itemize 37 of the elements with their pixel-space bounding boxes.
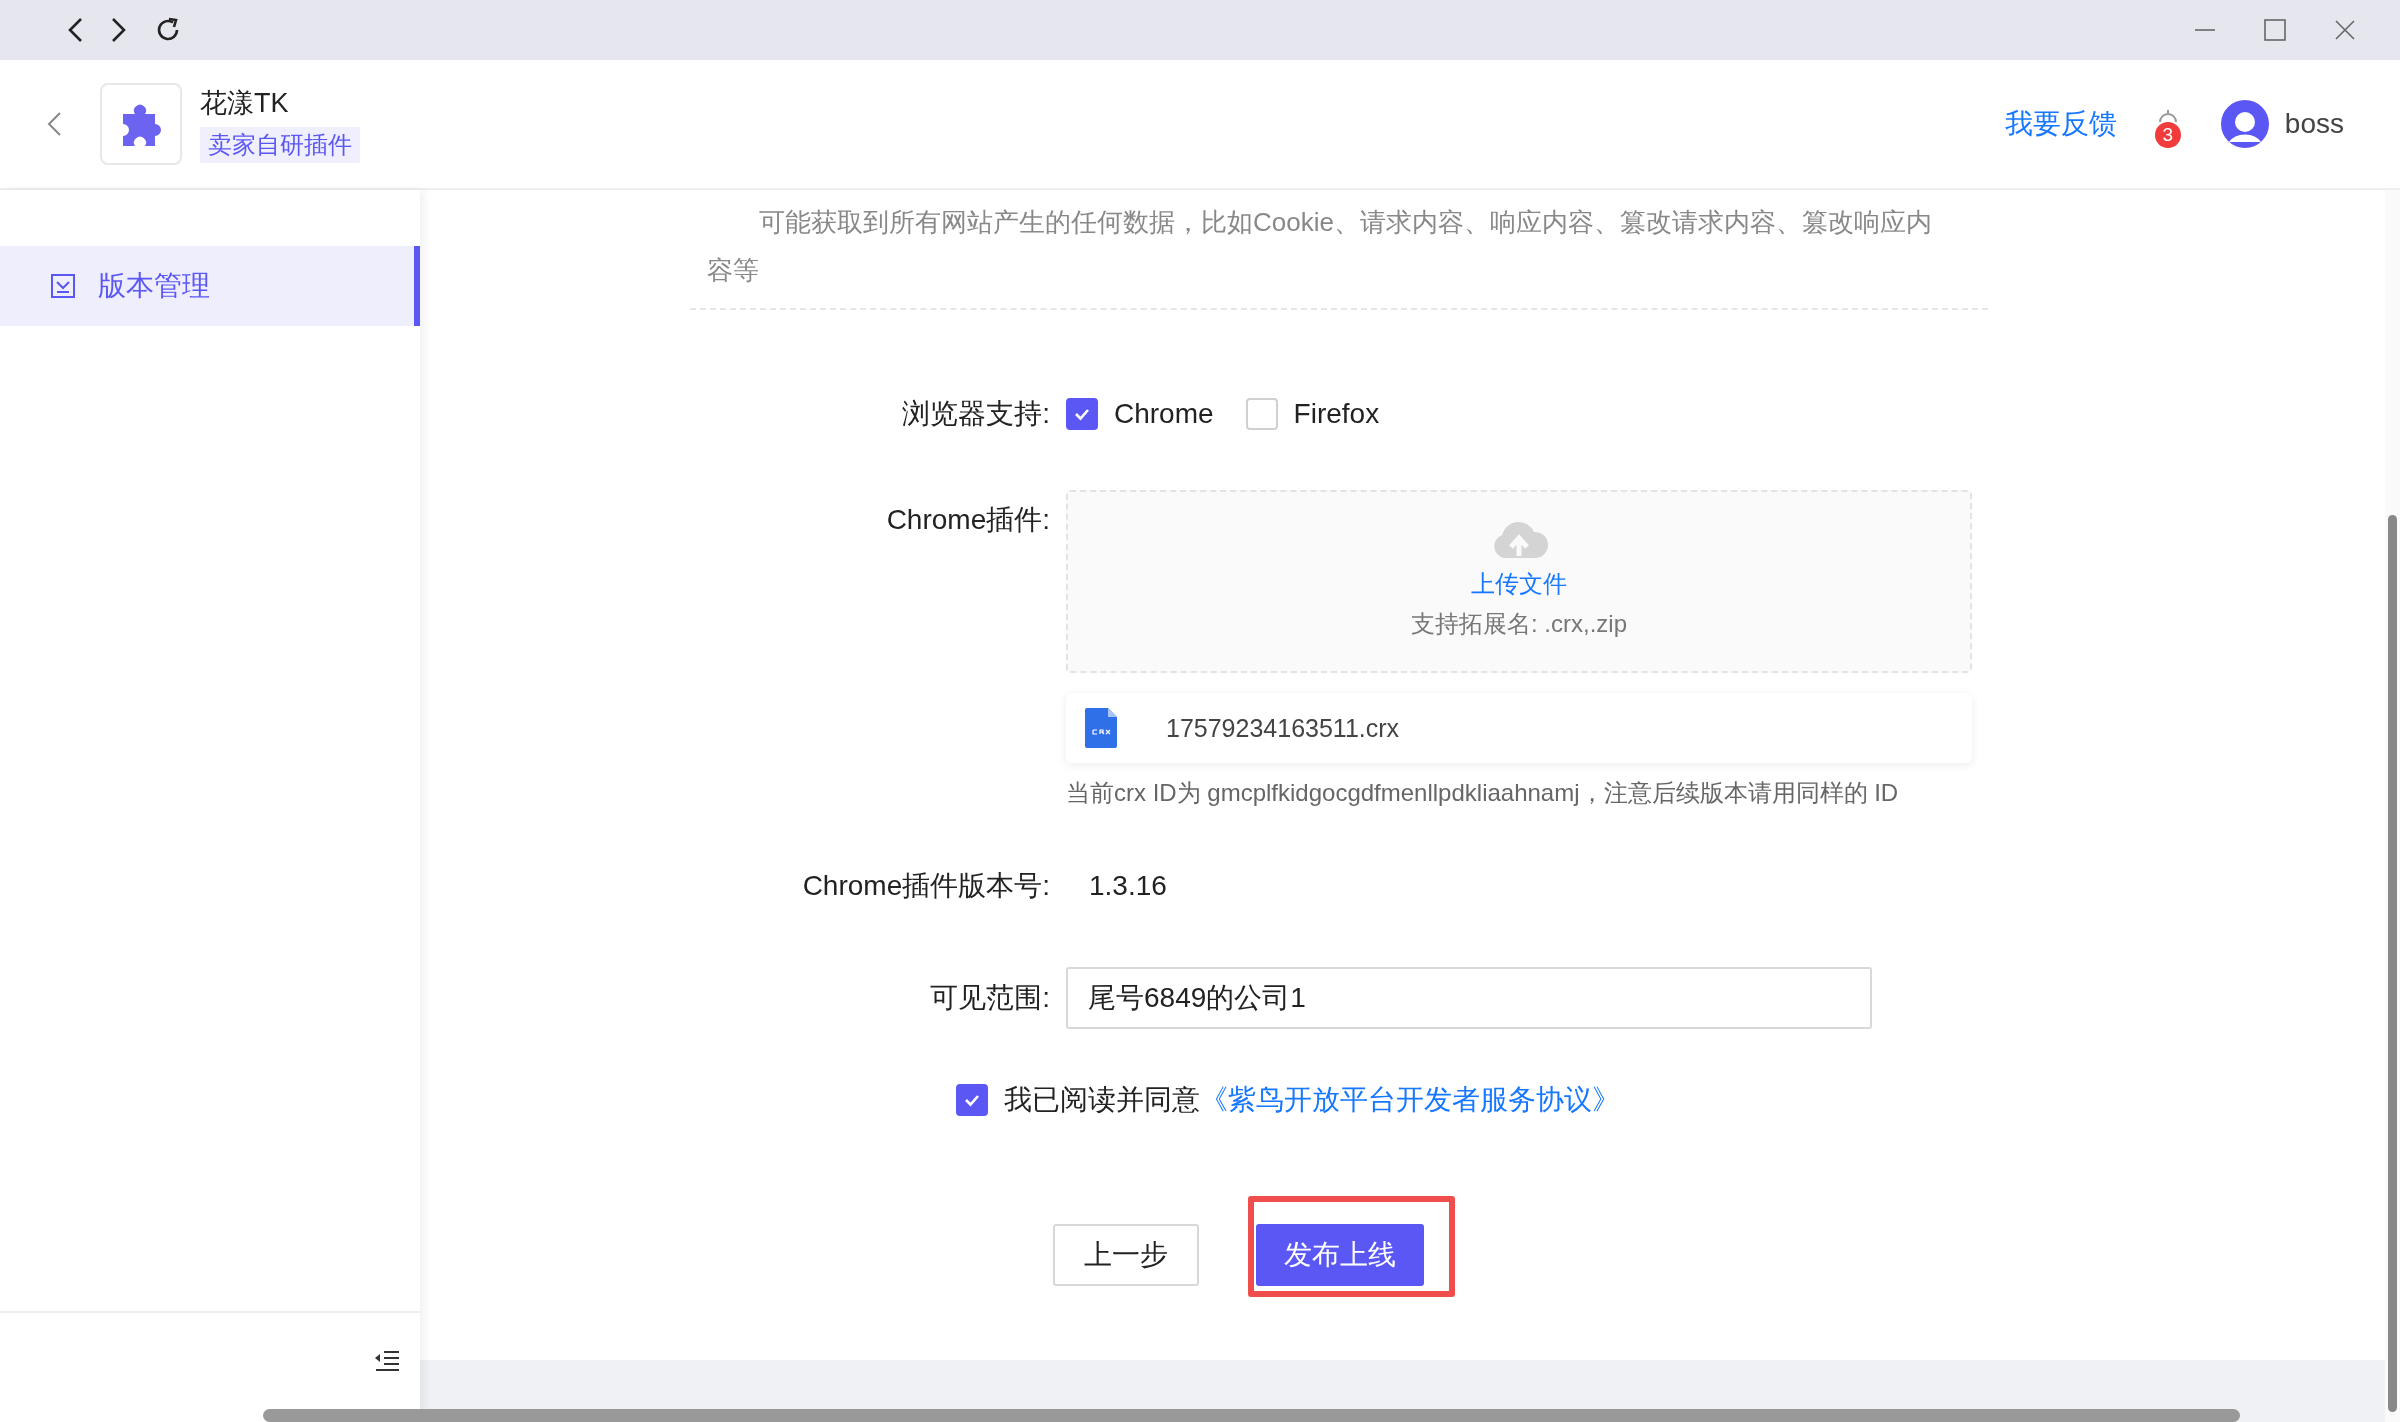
upload-link[interactable]: 上传文件 <box>1471 568 1567 600</box>
forward-icon[interactable] <box>110 17 128 43</box>
checkbox-label: Chrome <box>1114 398 1214 430</box>
visibility-input[interactable]: 尾号6849的公司1 <box>1066 967 1872 1029</box>
agreement-text: 我已阅读并同意 <box>1004 1083 1200 1117</box>
close-icon[interactable] <box>2334 19 2356 41</box>
checkbox-label: Firefox <box>1293 398 1380 430</box>
app-tag: 卖家自研插件 <box>200 127 360 163</box>
version-icon <box>50 273 76 299</box>
notification-badge: 3 <box>2154 122 2181 148</box>
maximize-icon[interactable] <box>2264 19 2286 41</box>
form-label: 浏览器支持: <box>901 397 1051 431</box>
scrollbar-thumb[interactable] <box>263 1409 2240 1422</box>
collapse-menu-icon[interactable] <box>374 1349 400 1372</box>
feedback-link[interactable]: 我要反馈 <box>2004 105 2117 143</box>
form-label: Chrome插件版本号: <box>801 869 1051 903</box>
app-name: 花漾TK <box>200 87 289 120</box>
back-icon[interactable] <box>66 17 84 43</box>
upload-hint: 支持拓展名: .crx,.zip <box>1411 609 1627 639</box>
crx-id-hint: 当前crx ID为 gmcplfkidgocgdfmenllpdkliaahnamj，注意后续版本请用同样的 ID <box>1066 778 1900 808</box>
crx-file-icon <box>1084 707 1118 749</box>
form-label: 可见范围: <box>929 981 1051 1015</box>
permission-notice: 可能获取到所有网站产生的任何数据，比如Cookie、请求内容、响应内容、篡改请求内容、篡改响应内容等 <box>706 206 1933 287</box>
scrollbar-thumb[interactable] <box>2388 515 2397 1412</box>
app-icon <box>100 83 182 165</box>
file-name: 17579234163511.crx <box>1166 713 1400 743</box>
agreement-link[interactable]: 《紫鸟开放平台开发者服务协议》 <box>1200 1081 1620 1119</box>
agreement-checkbox[interactable] <box>956 1084 988 1116</box>
sidebar-item[interactable]: 版本管理 <box>0 246 420 326</box>
publish-button[interactable]: 发布上线 <box>1256 1224 1424 1286</box>
checkbox[interactable] <box>1066 398 1098 430</box>
previous-button[interactable]: 上一步 <box>1053 1224 1199 1286</box>
version-value: 1.3.16 <box>1088 870 1167 901</box>
user-name[interactable]: boss <box>2284 108 2344 140</box>
upload-dropzone[interactable]: 上传文件 支持拓展名: .crx,.zip <box>1066 490 1972 673</box>
avatar-icon[interactable] <box>2220 100 2269 148</box>
form-label: Chrome插件: <box>885 503 1051 537</box>
